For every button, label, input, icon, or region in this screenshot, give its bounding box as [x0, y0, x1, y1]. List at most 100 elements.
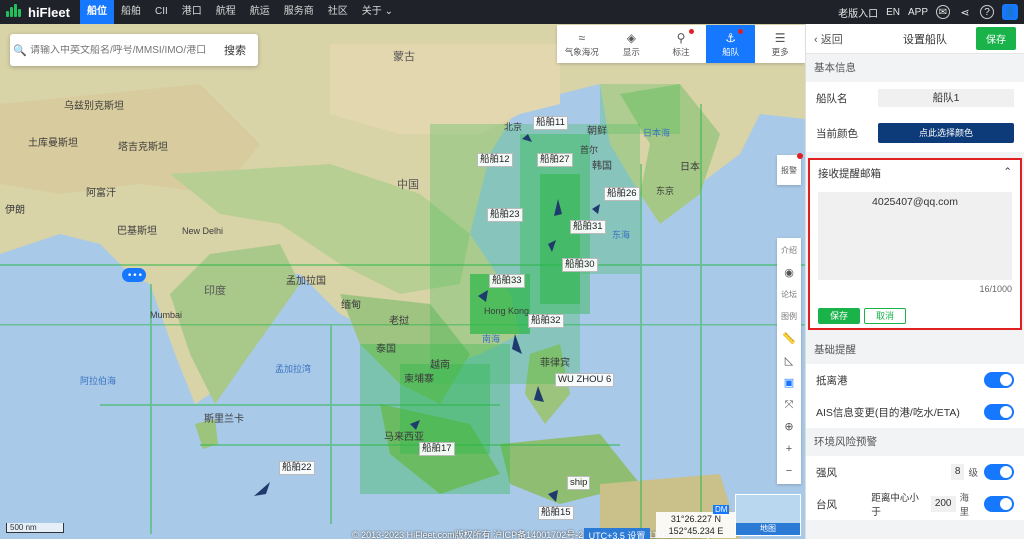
ship-label[interactable]: 船舶30: [562, 258, 598, 272]
ship-label[interactable]: 船舶11: [533, 116, 568, 130]
coord-readout: 31°26.227 N 152°45.234 E: [656, 512, 736, 538]
ship-label[interactable]: 船舶26: [604, 187, 640, 201]
nav-item-providers[interactable]: 服务商: [277, 0, 321, 24]
message-icon[interactable]: ✉: [936, 5, 950, 19]
nav-item-ports[interactable]: 港口: [175, 0, 209, 24]
nav-item-community[interactable]: 社区: [321, 0, 355, 24]
weather-tool-button[interactable]: ≈ 气象海况: [557, 25, 607, 63]
legend-button[interactable]: 图例: [781, 306, 797, 328]
ais-change-row: AIS信息变更(目的港/吃水/ETA): [806, 396, 1024, 428]
user-avatar[interactable]: 👤: [1002, 4, 1018, 20]
display-tool-button[interactable]: ◈ 显示: [607, 25, 657, 63]
help-icon[interactable]: ?: [980, 5, 994, 19]
typhoon-distance-input[interactable]: 200: [930, 496, 956, 512]
wind-icon: ≈: [578, 31, 586, 45]
fleet-tool-button[interactable]: ⚓ 船队: [705, 25, 756, 63]
typhoon-toggle[interactable]: [984, 496, 1014, 512]
ship-label[interactable]: 船舶22: [279, 461, 315, 475]
search-input[interactable]: [30, 44, 220, 56]
ship-label[interactable]: WU ZHOU 6: [555, 373, 615, 387]
typhoon-row: 台风 距离中心小于 200 海里: [806, 488, 1024, 520]
share-icon[interactable]: ⋖: [958, 5, 972, 19]
email-textarea[interactable]: 4025407@qq.com: [818, 192, 1012, 280]
locate-icon[interactable]: ⊕: [784, 416, 793, 438]
minimap[interactable]: 地图: [735, 494, 801, 536]
intro-button[interactable]: 介绍: [781, 240, 797, 262]
map-label-nk: 朝鲜: [587, 126, 607, 137]
search-icon: 🔍: [13, 44, 27, 57]
nav-item-voyage[interactable]: 航程: [209, 0, 243, 24]
fleet-icon: ⚓: [725, 31, 736, 45]
fleet-name-input[interactable]: 船队1: [878, 89, 1014, 107]
logo[interactable]: hiFleet: [0, 4, 80, 20]
old-version-link[interactable]: 老版入口: [838, 5, 878, 20]
email-cancel-button[interactable]: 取消: [864, 308, 906, 324]
forum-button[interactable]: 论坛: [781, 284, 797, 306]
wind-toggle[interactable]: [984, 464, 1014, 480]
panel-title: 设置船队: [903, 33, 947, 46]
chevron-up-icon[interactable]: ⌃: [1003, 166, 1012, 184]
ship-label[interactable]: 船舶27: [537, 153, 573, 167]
map-label-mumbai: Mumbai: [150, 310, 183, 320]
map-label-iran: 伊朗: [5, 205, 25, 216]
zoom-in-icon[interactable]: +: [786, 438, 792, 460]
alarm-button[interactable]: 报警: [777, 153, 803, 185]
color-picker-button[interactable]: 点此选择颜色: [878, 123, 1014, 143]
map-label-india: 印度: [204, 285, 226, 297]
map-label-sea-bengal: 孟加拉湾: [275, 364, 312, 374]
map-label-myanmar: 缅甸: [341, 300, 361, 311]
ship-label[interactable]: ship: [567, 476, 591, 490]
angle-icon[interactable]: ◺: [785, 350, 793, 372]
email-title: 接收提醒邮箱: [818, 168, 881, 180]
ship-label[interactable]: 船舶12: [477, 153, 513, 167]
mark-tool-button[interactable]: ⚲ 标注: [656, 25, 706, 63]
email-char-count: 16/1000: [979, 284, 1012, 294]
nav-item-position[interactable]: 船位: [80, 0, 114, 24]
map-label-korea: 韩国: [592, 161, 612, 172]
map-label-bangladesh: 孟加拉国: [286, 276, 326, 287]
email-save-button[interactable]: 保存: [818, 308, 860, 324]
map-label-afghan: 阿富汗: [86, 188, 116, 199]
wind-level-input[interactable]: 8: [950, 464, 965, 480]
map-side-tools: 介绍 ◉ 论坛 图例 📏 ◺ ▣ ⤧ ⊕ + −: [777, 238, 801, 484]
map-label-turkmen: 土库曼斯坦: [28, 138, 78, 149]
eye-icon[interactable]: ◉: [784, 262, 794, 284]
ship-label[interactable]: 船舶17: [419, 442, 455, 456]
ais-change-toggle[interactable]: [984, 404, 1014, 420]
ship-label[interactable]: 船舶32: [528, 314, 564, 328]
map-label-china: 中国: [397, 179, 419, 191]
map-label-uzbek: 乌兹别克斯坦: [64, 101, 124, 112]
zoom-out-icon[interactable]: −: [786, 460, 792, 482]
top-nav: hiFleet 船位 船舶 CII 港口 航程 航运 服务商 社区 关于 ⌄ 老…: [0, 0, 1024, 24]
map-view[interactable]: ••• 蒙古 中国 印度 日本 韩国 朝鲜 乌兹别克斯坦 土库曼斯坦 塔吉克斯坦…: [0, 24, 805, 539]
ship-label[interactable]: 船舶23: [487, 208, 523, 222]
map-label-pakistan: 巴基斯坦: [117, 226, 157, 237]
map-label-tajik: 塔吉克斯坦: [118, 142, 168, 153]
fullscreen-icon[interactable]: ⤧: [785, 394, 794, 416]
map-label-vietnam: 越南: [430, 360, 450, 371]
area-icon[interactable]: ▣: [784, 372, 794, 394]
nav-item-ships[interactable]: 船舶: [114, 0, 148, 24]
nav-item-cii[interactable]: CII: [148, 0, 175, 24]
search-button[interactable]: 搜索: [220, 42, 246, 58]
chevron-down-icon: ⌄: [384, 6, 393, 17]
save-button[interactable]: 保存: [976, 27, 1016, 50]
dm-badge[interactable]: DM: [713, 505, 730, 514]
arrive-toggle[interactable]: [984, 372, 1014, 388]
ship-label[interactable]: 船舶31: [570, 220, 606, 234]
ruler-icon[interactable]: 📏: [782, 328, 796, 350]
ship-label[interactable]: 船舶33: [489, 274, 525, 288]
nav-item-shipping[interactable]: 航运: [243, 0, 277, 24]
section-base-alert: 基础提醒: [814, 344, 856, 356]
map-label-sea-south: 南海: [482, 334, 501, 344]
app-link[interactable]: APP: [908, 7, 928, 18]
utc-setting-button[interactable]: UTC+3.5 设置: [584, 528, 650, 539]
map-label-tokyo: 东京: [656, 186, 675, 196]
back-button[interactable]: ‹ 返回: [814, 31, 874, 47]
lang-switch[interactable]: EN: [886, 7, 900, 18]
more-tool-button[interactable]: ☰ 更多: [755, 25, 805, 63]
svg-text:•••: •••: [127, 271, 143, 281]
nav-item-about[interactable]: 关于 ⌄: [355, 0, 400, 24]
ship-label[interactable]: 船舶15: [538, 506, 574, 520]
menu-icon: ☰: [774, 31, 786, 45]
